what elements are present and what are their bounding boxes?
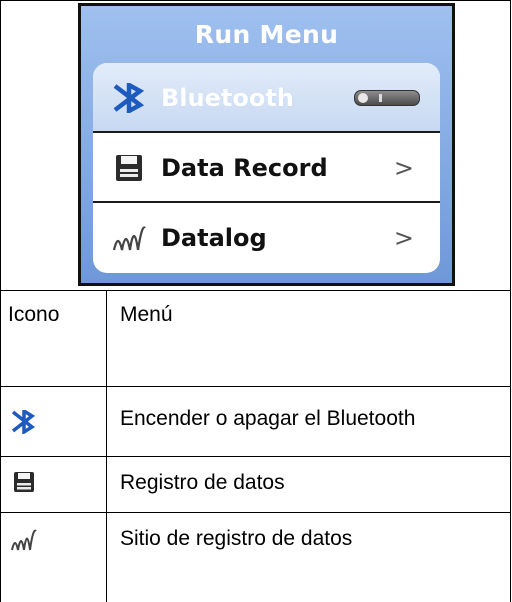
table-divider-header [0,386,511,387]
bluetooth-icon [10,408,38,436]
header-menu: Menú [120,303,173,326]
toggle-knob [358,92,368,103]
toggle-mark [379,93,382,102]
header-icono: Icono [8,303,60,326]
save-disk-icon [10,468,38,496]
menu-item-bluetooth[interactable]: Bluetooth [93,63,440,132]
table-divider-row1 [0,456,511,457]
bluetooth-icon [111,80,147,116]
table-divider-top [0,290,511,291]
menu-item-datalog[interactable]: Datalog > [93,203,440,272]
run-menu-title: Run Menu [194,20,339,49]
menu-item-label: Bluetooth [161,83,294,112]
row-data-record-description: Registro de datos [120,471,285,494]
save-disk-icon [111,150,147,186]
row-datalog-description: Sitio de registro de datos [120,527,353,550]
menu-item-data-record[interactable]: Data Record > [93,133,440,202]
device-screen: Run Menu Bluetooth Data Record > Datalog… [78,3,455,286]
menu-item-label: Data Record [161,153,328,182]
chevron-right-icon: > [393,153,414,182]
table-divider-row2 [0,512,511,513]
menu-item-label: Datalog [161,223,267,252]
chevron-right-icon: > [393,223,414,252]
table-column-divider [106,290,107,602]
bluetooth-toggle[interactable] [354,89,420,106]
datalog-signal-icon [10,526,38,554]
datalog-signal-icon [111,220,147,256]
run-menu-list: Bluetooth Data Record > Datalog > [93,63,440,273]
row-bluetooth-description: Encender o apagar el Bluetooth [120,407,416,430]
